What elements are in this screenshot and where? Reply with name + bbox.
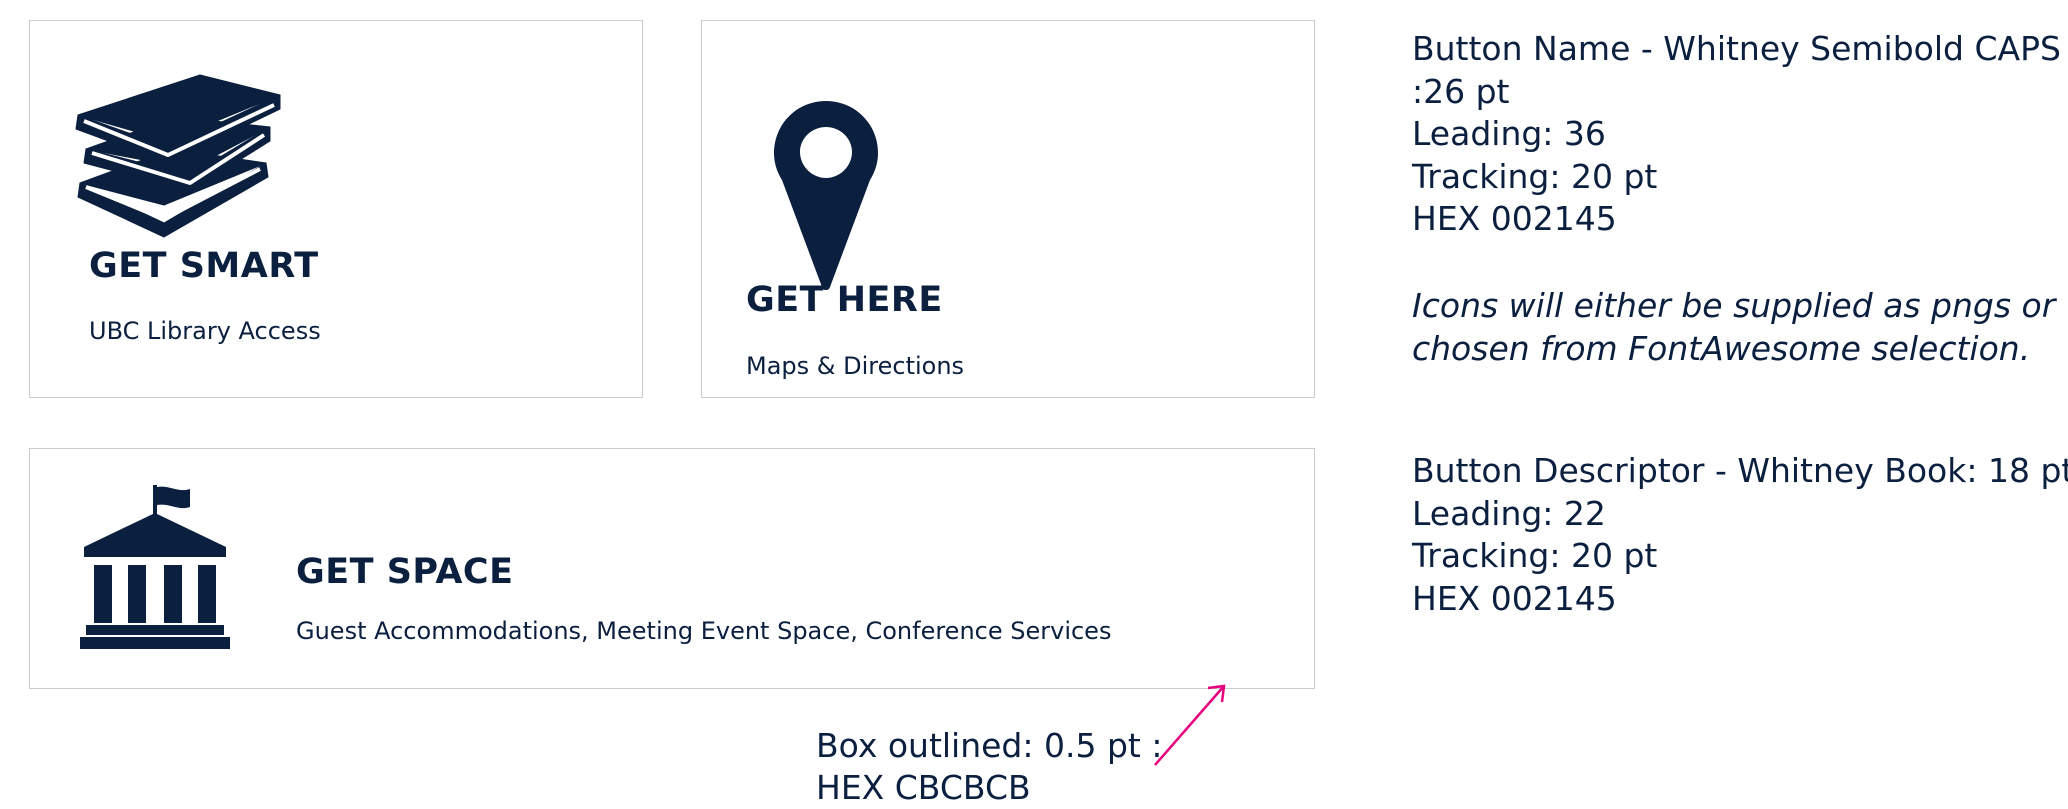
- spec-line: Leading: 22: [1412, 493, 1606, 533]
- card-description: Guest Accommodations, Meeting Event Spac…: [296, 617, 1112, 645]
- icons-note: Icons will either be supplied as pngs or…: [1412, 285, 2055, 370]
- card-description: UBC Library Access: [89, 317, 321, 345]
- spec-line: Tracking: 20 pt: [1412, 536, 1658, 575]
- note-line: Box outlined: 0.5 pt :: [816, 726, 1163, 765]
- spec-line: chosen from FontAwesome selection.: [1412, 328, 2031, 368]
- spec-line: Button Name - Whitney Semibold CAPS: [1412, 29, 2061, 68]
- card-title: GET SMART: [89, 246, 319, 286]
- get-smart-card[interactable]: GET SMART UBC Library Access: [29, 20, 643, 398]
- card-title: GET SPACE: [296, 552, 514, 592]
- spec-line: Tracking: 20 pt: [1412, 156, 1658, 196]
- spec-line: HEX 002145: [1412, 578, 1617, 618]
- button-descriptor-spec: Button Descriptor - Whitney Book: 18 pt …: [1412, 450, 2068, 620]
- spec-line: Button Descriptor - Whitney Book: 18 pt: [1412, 451, 2068, 490]
- books-icon: [75, 74, 281, 238]
- get-space-card[interactable]: GET SPACE Guest Accommodations, Meeting …: [29, 448, 1315, 689]
- spec-line: Leading: 36: [1412, 114, 1606, 153]
- card-title: GET HERE: [746, 280, 943, 320]
- annotation-arrow: [1154, 684, 1226, 766]
- spec-line: :26 pt: [1412, 71, 1510, 111]
- map-pin-icon: [774, 101, 878, 290]
- box-outline-note: Box outlined: 0.5 pt : HEX CBCBCB: [816, 725, 1162, 809]
- get-here-card[interactable]: GET HERE Maps & Directions: [701, 20, 1315, 398]
- button-name-spec: Button Name - Whitney Semibold CAPS :26 …: [1412, 28, 2061, 241]
- university-building-icon: [80, 485, 230, 649]
- card-description: Maps & Directions: [746, 352, 965, 380]
- spec-line: Icons will either be supplied as pngs or: [1412, 286, 2056, 325]
- spec-line: HEX 002145: [1412, 199, 1617, 238]
